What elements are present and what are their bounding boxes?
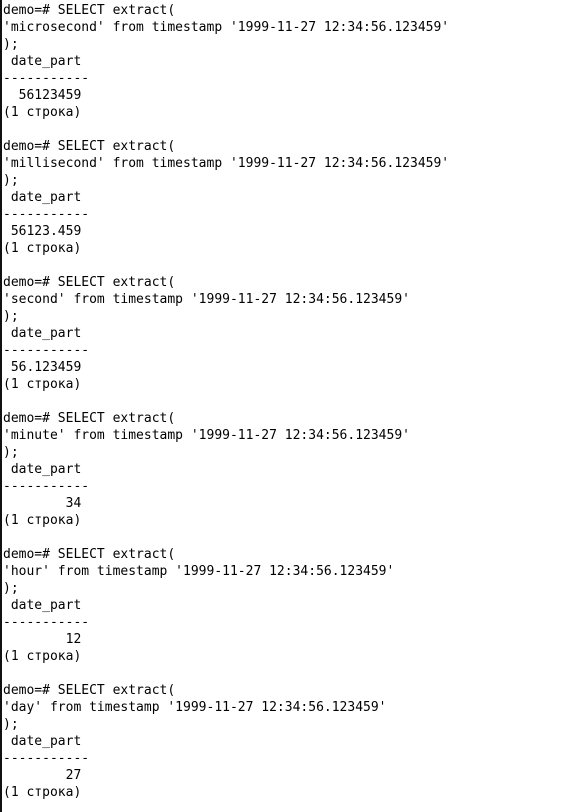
terminal-line: ----------- <box>3 751 90 766</box>
terminal-line: demo=# SELECT extract( <box>3 411 176 426</box>
terminal-line: ----------- <box>3 615 90 630</box>
terminal-line: ----------- <box>3 71 90 86</box>
terminal-line: ); <box>3 309 19 324</box>
terminal-line: (1 строка) <box>3 649 82 664</box>
terminal-line: demo=# SELECT extract( <box>3 275 176 290</box>
terminal-line: 56.123459 <box>3 360 82 375</box>
terminal-line: demo=# SELECT extract( <box>3 547 176 562</box>
terminal-line: ----------- <box>3 343 90 358</box>
terminal-line: (1 строка) <box>3 785 82 800</box>
terminal-line: 'millisecond' from timestamp '1999-11-27… <box>3 156 450 171</box>
terminal-line: (1 строка) <box>3 377 82 392</box>
terminal-line: ); <box>3 581 19 596</box>
terminal-line: demo=# SELECT extract( <box>3 683 176 698</box>
terminal-line: 34 <box>3 496 82 511</box>
terminal-line: ----------- <box>3 479 90 494</box>
terminal-line: (1 строка) <box>3 105 82 120</box>
terminal-line: 'minute' from timestamp '1999-11-27 12:3… <box>3 428 410 443</box>
terminal-line: ----------- <box>3 207 90 222</box>
terminal-line: 'hour' from timestamp '1999-11-27 12:34:… <box>3 564 395 579</box>
terminal-line: (1 строка) <box>3 241 82 256</box>
terminal-line: ); <box>3 173 19 188</box>
terminal-line: date_part <box>3 54 82 69</box>
terminal-line: ); <box>3 717 19 732</box>
terminal-line: 27 <box>3 768 82 783</box>
terminal-line: 12 <box>3 632 82 647</box>
terminal-line: date_part <box>3 462 82 477</box>
terminal-line: date_part <box>3 734 82 749</box>
terminal-line: 56123.459 <box>3 224 82 239</box>
terminal-line: demo=# SELECT extract( <box>3 139 176 154</box>
terminal-line: demo=# SELECT extract( <box>3 3 176 18</box>
terminal-line: 'day' from timestamp '1999-11-27 12:34:5… <box>3 700 387 715</box>
terminal-line: ); <box>3 445 19 460</box>
terminal-line: date_part <box>3 326 82 341</box>
terminal-line: ); <box>3 37 19 52</box>
terminal-output[interactable]: demo=# SELECT extract( 'microsecond' fro… <box>0 0 562 812</box>
terminal-line: 'microsecond' from timestamp '1999-11-27… <box>3 20 450 35</box>
terminal-line: date_part <box>3 598 82 613</box>
terminal-line: (1 строка) <box>3 513 82 528</box>
terminal-line: 'second' from timestamp '1999-11-27 12:3… <box>3 292 410 307</box>
terminal-line: 56123459 <box>3 88 82 103</box>
terminal-line: date_part <box>3 190 82 205</box>
